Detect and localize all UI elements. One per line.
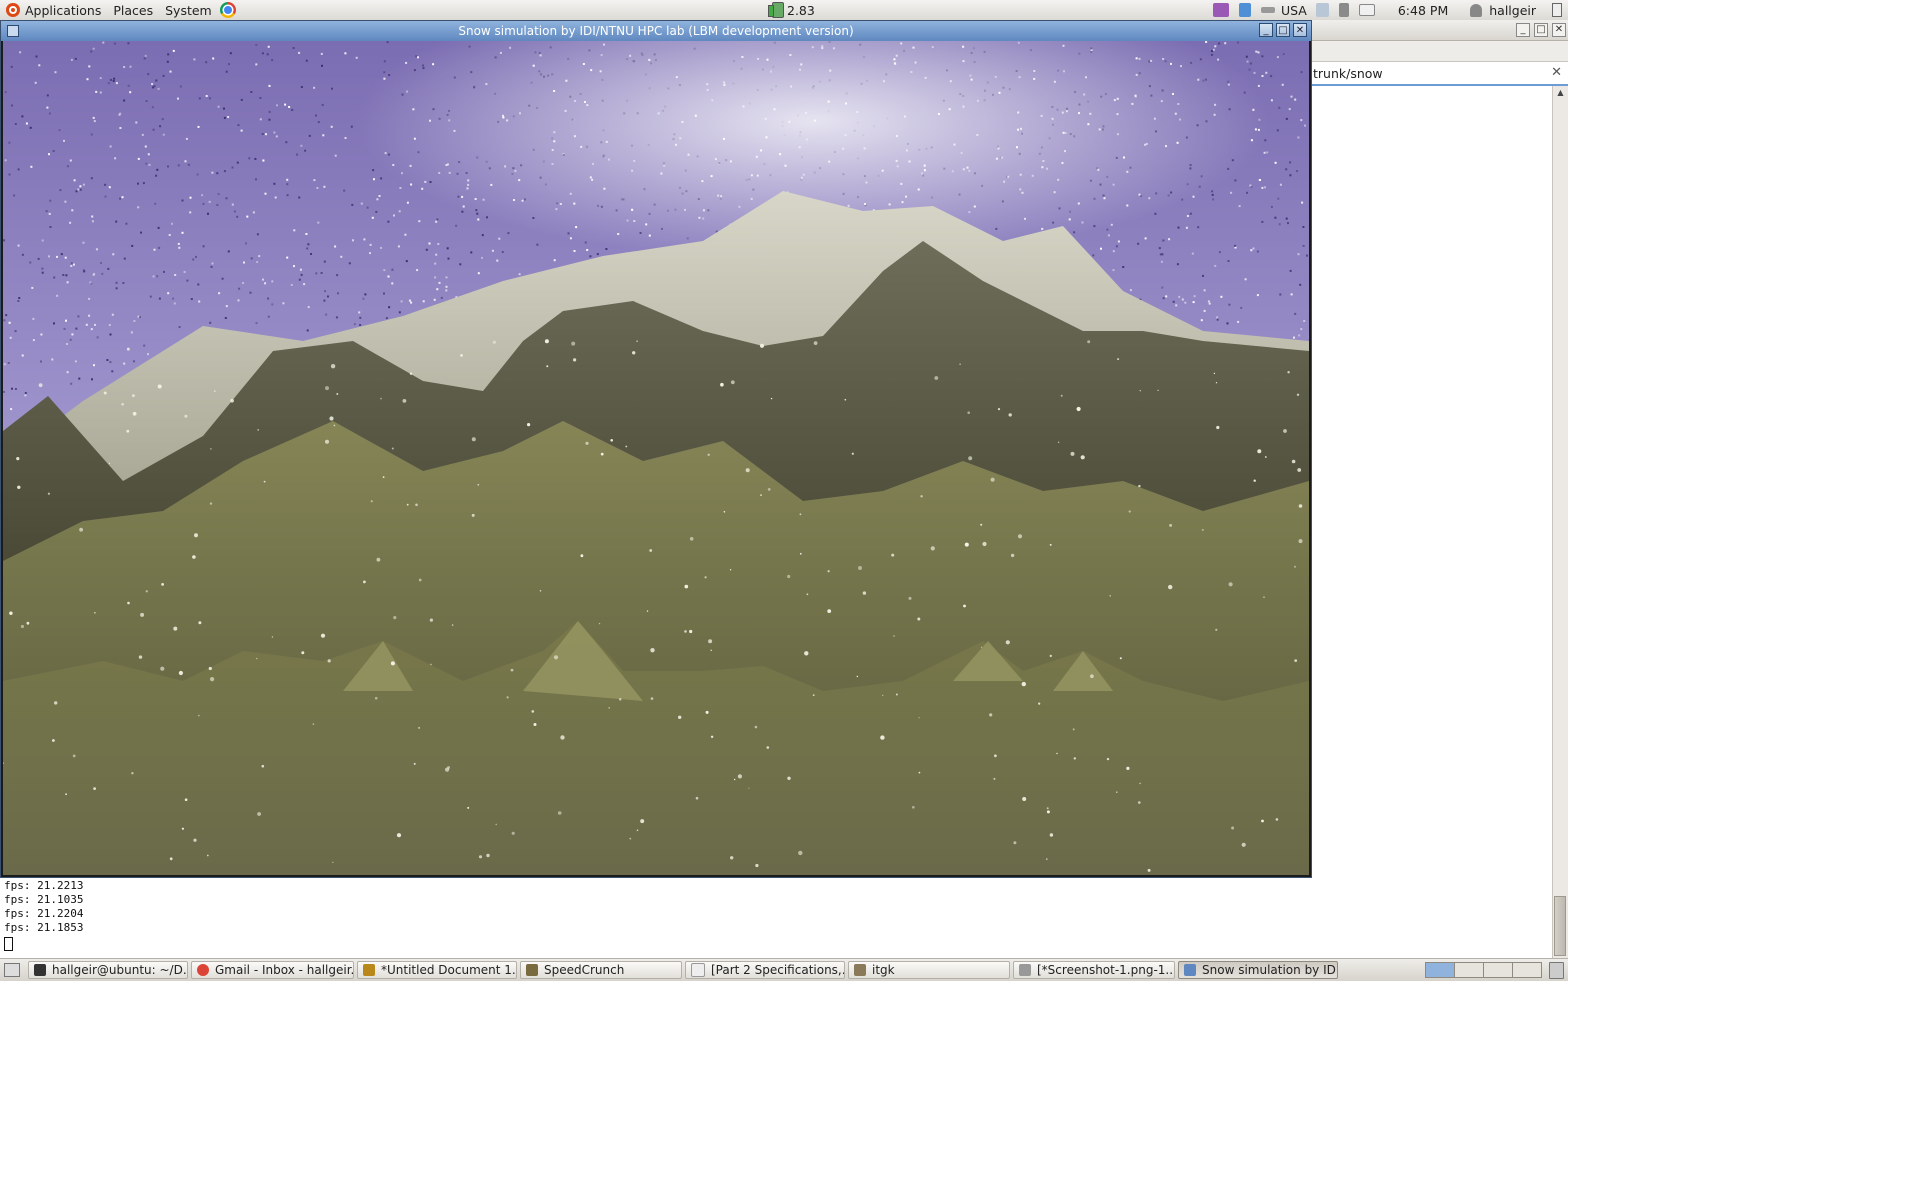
background-window: _ □ ✕ trunk/snow ✕ ▲ — [1312, 20, 1568, 958]
system-menu-label: System — [165, 2, 212, 18]
system-menu[interactable]: System — [159, 0, 242, 20]
task-screenshot[interactable]: [*Screenshot-1.png-1.... — [1013, 961, 1175, 979]
image-icon — [1019, 964, 1031, 976]
window-icon — [1184, 964, 1196, 976]
task-label: [Part 2 Specifications,... — [711, 963, 845, 977]
task-untitled-document[interactable]: *Untitled Document 1... — [357, 961, 517, 979]
snow-scene — [3, 41, 1309, 875]
window-menu-icon[interactable] — [7, 25, 19, 37]
sim-window-titlebar[interactable]: Snow simulation by IDI/NTNU HPC lab (LBM… — [1, 21, 1311, 41]
snow-simulation-window: Snow simulation by IDI/NTNU HPC lab (LBM… — [0, 20, 1312, 878]
vertical-scrollbar[interactable]: ▲ — [1552, 86, 1568, 958]
workspace-1[interactable] — [1425, 962, 1455, 978]
minimize-button[interactable]: _ — [1259, 23, 1273, 37]
bottom-taskbar: hallgeir@ubuntu: ~/D... Gmail - Inbox - … — [0, 958, 1568, 981]
task-label: hallgeir@ubuntu: ~/D... — [52, 963, 188, 977]
terminal-output[interactable]: fps: 21.2213 fps: 21.1035 fps: 21.2204 f… — [0, 878, 1552, 958]
applications-menu[interactable]: Applications — [0, 0, 107, 20]
terminal-line: fps: 21.2213 — [4, 879, 84, 892]
close-button[interactable]: ✕ — [1552, 23, 1566, 37]
dropbox-icon[interactable] — [1212, 3, 1229, 17]
tab-close-icon[interactable]: ✕ — [1551, 65, 1562, 80]
minimize-button[interactable]: _ — [1516, 23, 1530, 37]
places-menu[interactable]: Places — [107, 0, 159, 20]
snow-scene-viewport[interactable] — [3, 41, 1309, 875]
battery-value: 2.83 — [787, 2, 815, 18]
task-label: Snow simulation by ID... — [1202, 963, 1338, 977]
task-speedcrunch[interactable]: SpeedCrunch — [520, 961, 682, 979]
trash-icon[interactable] — [1549, 962, 1564, 979]
task-label: *Untitled Document 1... — [381, 963, 517, 977]
maximize-button[interactable]: □ — [1276, 23, 1290, 37]
sim-window-title: Snow simulation by IDI/NTNU HPC lab (LBM… — [458, 24, 854, 38]
workspace-switcher[interactable] — [1425, 962, 1542, 978]
chrome-icon[interactable] — [219, 2, 236, 18]
clock[interactable]: 6:48 PM — [1394, 3, 1452, 18]
ubuntu-logo-icon — [6, 3, 20, 17]
volume-icon[interactable] — [1338, 3, 1349, 17]
user-icon — [1470, 3, 1483, 17]
workspace-3[interactable] — [1483, 962, 1513, 978]
task-label: itgk — [872, 963, 895, 977]
background-window-titlebar[interactable]: _ □ ✕ — [1312, 20, 1568, 41]
task-part2-specifications[interactable]: [Part 2 Specifications,... — [685, 961, 845, 979]
tab-trunk-snow[interactable]: trunk/snow ✕ — [1312, 62, 1568, 86]
task-label: [*Screenshot-1.png-1.... — [1037, 963, 1175, 977]
maximize-button[interactable]: □ — [1534, 23, 1548, 37]
folder-icon — [854, 964, 866, 976]
chrome-icon — [197, 964, 209, 976]
terminal-line: fps: 21.1035 — [4, 893, 84, 906]
tab-label: trunk/snow — [1313, 65, 1383, 81]
text-cursor — [4, 937, 13, 951]
scroll-up-icon[interactable]: ▲ — [1553, 86, 1568, 100]
task-snow-simulation[interactable]: Snow simulation by ID... — [1178, 961, 1338, 979]
battery-applet[interactable]: 2.83 — [766, 0, 815, 20]
document-icon — [691, 963, 705, 977]
terminal-line: fps: 21.2204 — [4, 907, 84, 920]
task-label: Gmail - Inbox - hallgeir... — [215, 963, 354, 977]
applications-menu-label: Applications — [25, 2, 102, 18]
top-panel: Applications Places System 2.83 USA 6:48… — [0, 0, 1568, 21]
system-tray: USA 6:48 PM hallgeir — [1208, 0, 1568, 20]
workspace-2[interactable] — [1454, 962, 1484, 978]
task-label: SpeedCrunch — [544, 963, 625, 977]
network-icon[interactable] — [1238, 3, 1251, 17]
terminal-line: fps: 21.1853 — [4, 921, 84, 934]
text-editor-icon — [363, 964, 375, 976]
workspace-4[interactable] — [1512, 962, 1542, 978]
task-gmail[interactable]: Gmail - Inbox - hallgeir... — [191, 961, 354, 979]
close-button[interactable]: ✕ — [1293, 23, 1307, 37]
keyboard-layout[interactable]: USA — [1277, 3, 1311, 18]
places-menu-label: Places — [113, 2, 154, 18]
mail-icon[interactable] — [1358, 4, 1375, 16]
scroll-thumb[interactable] — [1554, 896, 1566, 956]
search-icon[interactable] — [1315, 3, 1329, 17]
task-terminal[interactable]: hallgeir@ubuntu: ~/D... — [28, 961, 188, 979]
terminal-icon — [34, 964, 46, 976]
background-window-toolbar — [1312, 41, 1568, 62]
power-icon[interactable] — [1552, 3, 1562, 17]
battery-icon — [768, 2, 784, 18]
calculator-icon — [526, 964, 538, 976]
keyboard-icon[interactable] — [1260, 7, 1275, 13]
username[interactable]: hallgeir — [1485, 3, 1540, 18]
show-desktop-icon[interactable] — [4, 963, 20, 977]
task-itgk-folder[interactable]: itgk — [848, 961, 1010, 979]
